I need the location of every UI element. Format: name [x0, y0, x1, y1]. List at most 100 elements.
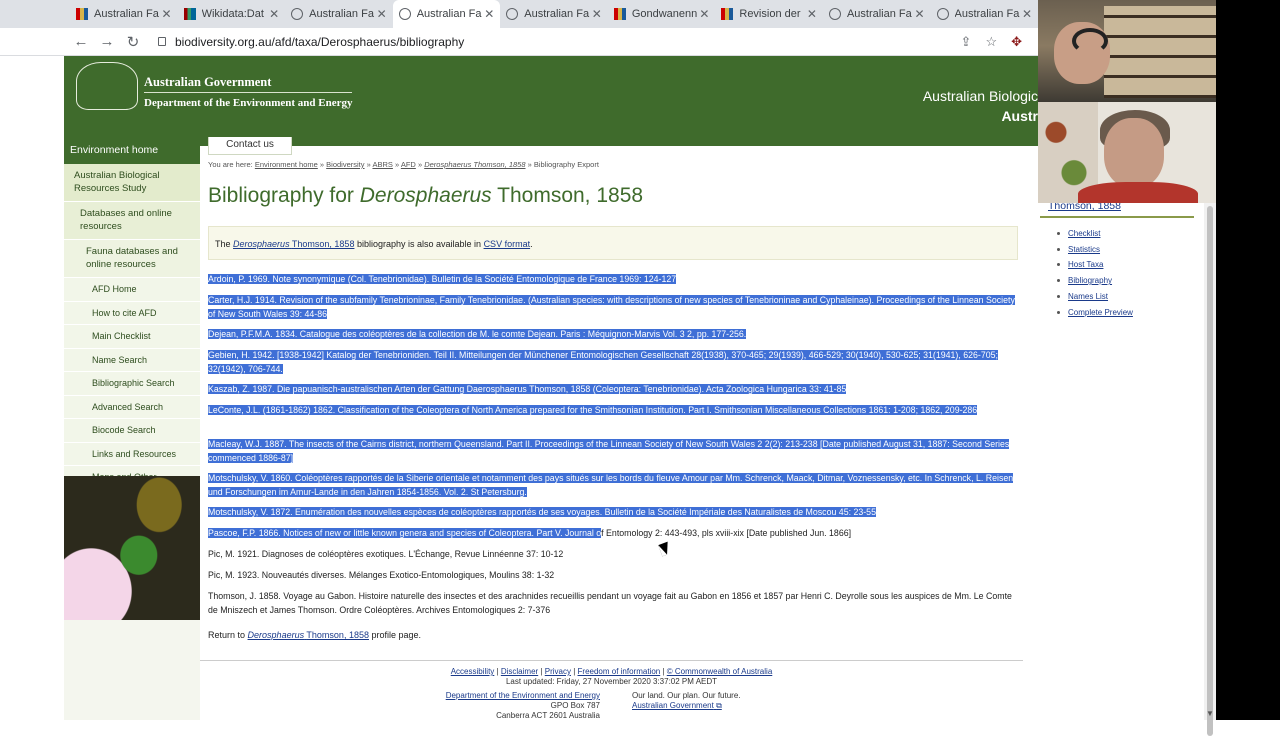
tab-title: Australian Fa [954, 8, 1020, 20]
sidebar-item-advanced-search[interactable]: Advanced Search [64, 395, 200, 419]
sidebar-item-main-checklist[interactable]: Main Checklist [64, 325, 200, 349]
video-border [1216, 0, 1280, 720]
star-icon[interactable]: ☆ [985, 34, 997, 50]
footer-links: Accessibility | Disclaimer | Privacy | F… [200, 667, 1023, 676]
browser-tab[interactable]: Australian Fa ✕ [70, 0, 178, 28]
sidebar-item-links-resources[interactable]: Links and Resources [64, 442, 200, 466]
tab-title: Australian Fa [309, 8, 374, 20]
breadcrumb-biodiversity[interactable]: Biodiversity [326, 160, 364, 169]
taxon-links: Checklist Statistics Host Taxa Bibliogra… [1040, 226, 1206, 320]
reference-text: Pic, M. 1923. Nouveautés diverses. Mélan… [208, 570, 555, 580]
profile-link[interactable]: Derosphaerus Thomson, 1858 [248, 630, 369, 640]
department-link[interactable]: Department of the Environment and Energy [446, 691, 600, 700]
breadcrumb-separator: » [527, 160, 532, 169]
breadcrumb-abrs[interactable]: ABRS [372, 160, 392, 169]
footer-separator: | [573, 667, 576, 676]
breadcrumb-taxon[interactable]: Derosphaerus Thomson, 1858 [424, 160, 525, 169]
extension-icon[interactable]: ✥ [1011, 34, 1022, 50]
close-icon[interactable]: ✕ [914, 7, 924, 21]
disclaimer-link[interactable]: Disclaimer [501, 667, 538, 676]
sidebar-item-name-search[interactable]: Name Search [64, 348, 200, 372]
close-icon[interactable]: ✕ [592, 7, 602, 21]
scrollbar-thumb[interactable] [1207, 206, 1213, 736]
browser-tab[interactable]: Wikidata:Dat ✕ [178, 0, 286, 28]
close-icon[interactable]: ✕ [484, 7, 494, 21]
names-list-link[interactable]: Names List [1040, 289, 1206, 305]
reference-text: LeConte, J.L. (1861-1862) 1862. Classifi… [208, 405, 978, 415]
privacy-link[interactable]: Privacy [545, 667, 571, 676]
copyright-link[interactable]: © Commonwealth of Australia [667, 667, 773, 676]
host-taxa-link[interactable]: Host Taxa [1040, 257, 1206, 273]
footer-separator: | [662, 667, 665, 676]
address-bar[interactable]: biodiversity.org.au/afd/taxa/Derosphaeru… [158, 35, 464, 49]
globe-icon [828, 8, 841, 20]
globe-icon [291, 8, 304, 20]
browser-tab[interactable]: Australian Fa ✕ [285, 0, 393, 28]
bibliography-link[interactable]: Bibliography [1040, 273, 1206, 289]
share-icon[interactable]: ⇪ [961, 34, 972, 50]
breadcrumb-separator: » [366, 160, 371, 169]
browser-tab[interactable]: Australian Fa ✕ [931, 0, 1039, 28]
statistics-link[interactable]: Statistics [1040, 242, 1206, 258]
complete-preview-link[interactable]: Complete Preview [1040, 305, 1206, 321]
government-name[interactable]: Australian Government Department of the … [144, 74, 353, 111]
scroll-down-arrow-icon[interactable]: ▼ [1206, 709, 1214, 718]
sidebar-item-afd-home[interactable]: AFD Home [64, 278, 200, 302]
accessibility-link[interactable]: Accessibility [451, 667, 495, 676]
checklist-link[interactable]: Checklist [1040, 226, 1206, 242]
close-icon[interactable]: ✕ [377, 7, 387, 21]
bibliography-entry: Motschulsky, V. 1872. Enumération des no… [208, 506, 1020, 520]
gpo-box: GPO Box 787 [550, 701, 600, 710]
notice-text: The [215, 239, 231, 249]
bookshelf-background [1104, 6, 1216, 98]
taxon-link[interactable]: Derosphaerus Thomson, 1858 [233, 239, 354, 249]
url-text: biodiversity.org.au/afd/taxa/Derosphaeru… [175, 34, 465, 49]
forward-arrow-icon[interactable]: → [94, 33, 120, 50]
close-icon[interactable]: ✕ [699, 7, 709, 21]
bibliography-entry: Kaszab, Z. 1987. Die papuanisch-australi… [208, 383, 1020, 397]
breadcrumb-afd[interactable]: AFD [401, 160, 416, 169]
australian-government-link[interactable]: Australian Government ⧉ [632, 701, 722, 710]
close-icon[interactable]: ✕ [162, 7, 172, 21]
sidebar-item-bibliographic-search[interactable]: Bibliographic Search [64, 372, 200, 396]
tab-title: Revision der [739, 8, 801, 20]
globe-icon [936, 8, 949, 20]
notice-text: bibliography is also available in [356, 239, 482, 249]
gov-title: Australian Government [144, 75, 272, 89]
page-margin [0, 56, 64, 720]
back-arrow-icon[interactable]: ← [68, 33, 94, 50]
sidebar-item-how-to-cite[interactable]: How to cite AFD [64, 301, 200, 325]
reference-text: Gebien, H. 1942. [1938-1942] Katalog der… [208, 350, 998, 374]
bibliography-entry: Pascoe, F.P. 1866. Notices of new or lit… [208, 527, 1020, 541]
breadcrumb-environment-home[interactable]: Environment home [255, 160, 318, 169]
close-icon[interactable]: ✕ [807, 7, 817, 21]
footer-address: Department of the Environment and Energy… [420, 691, 600, 721]
abrs-title: Australian Biologic Austr [923, 86, 1038, 126]
csv-format-link[interactable]: CSV format [484, 239, 531, 249]
sidebar-item-biocode-search[interactable]: Biocode Search [64, 419, 200, 443]
sidebar-item-databases[interactable]: Databases and online resources [64, 202, 200, 240]
browser-tab[interactable]: Australian Fa ✕ [823, 0, 931, 28]
foi-link[interactable]: Freedom of information [578, 667, 661, 676]
browser-tab-active[interactable]: Australian Fa ✕ [392, 0, 501, 28]
site-favicon-icon [721, 8, 734, 20]
tab-title: Australian Fa [846, 8, 912, 20]
sidebar-item-abrs[interactable]: Australian Biological Resources Study [64, 164, 200, 202]
sidebar-item-environment-home[interactable]: Environment home [64, 136, 200, 164]
reference-text-selected: Pascoe, F.P. 1866. Notices of new or lit… [208, 528, 602, 538]
profile-author: Thomson, 1858 [306, 630, 369, 640]
browser-tab[interactable]: Revision der ✕ [715, 0, 823, 28]
taxon-genus: Derosphaerus [233, 239, 290, 249]
close-icon[interactable]: ✕ [269, 7, 279, 21]
reload-icon[interactable]: ↻ [120, 33, 146, 51]
wikidata-favicon-icon [183, 8, 196, 20]
sidebar-item-fauna-databases[interactable]: Fauna databases and online resources [64, 240, 200, 278]
close-icon[interactable]: ✕ [1022, 7, 1032, 21]
globe-icon [506, 8, 519, 20]
coat-of-arms-logo[interactable] [76, 62, 138, 110]
browser-tab[interactable]: Australian Fa ✕ [500, 0, 608, 28]
notice-text: . [530, 239, 533, 249]
contact-us-tab[interactable]: Contact us [208, 137, 292, 155]
browser-tab[interactable]: Gondwanenn ✕ [608, 0, 716, 28]
reference-text: Kaszab, Z. 1987. Die papuanisch-australi… [208, 384, 847, 394]
